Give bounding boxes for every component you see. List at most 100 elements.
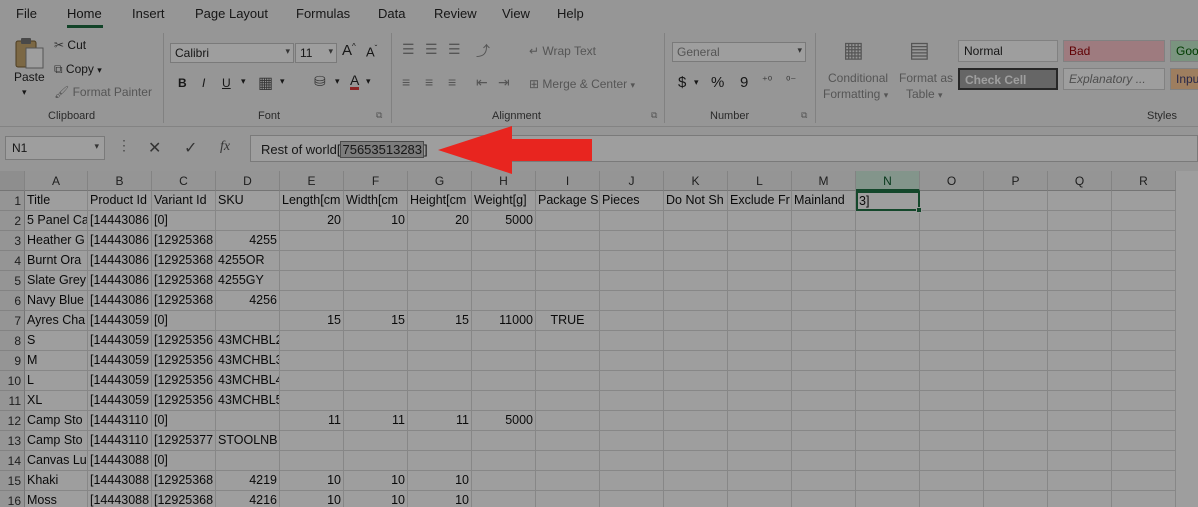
cell-k16[interactable] bbox=[664, 491, 728, 507]
cell-r12[interactable] bbox=[1112, 411, 1176, 431]
row-header-14[interactable]: 14 bbox=[0, 451, 25, 471]
cell-r2[interactable] bbox=[1112, 211, 1176, 231]
cell-o14[interactable] bbox=[920, 451, 984, 471]
cell-r5[interactable] bbox=[1112, 271, 1176, 291]
cell-k2[interactable] bbox=[664, 211, 728, 231]
cell-c10[interactable]: [12925356 bbox=[152, 371, 216, 391]
cell-d13[interactable]: STOOLNB bbox=[216, 431, 280, 451]
column-header-o[interactable]: O bbox=[920, 171, 984, 191]
decrease-indent-icon[interactable]: ⇤ bbox=[476, 74, 488, 91]
menu-page-layout[interactable]: Page Layout bbox=[195, 6, 268, 21]
cell-c3[interactable]: [12925368 bbox=[152, 231, 216, 251]
cell-g6[interactable] bbox=[408, 291, 472, 311]
cell-n12[interactable] bbox=[856, 411, 920, 431]
style-explanatory[interactable]: Explanatory ... bbox=[1063, 68, 1165, 90]
cell-b13[interactable]: [14443110 bbox=[88, 431, 152, 451]
cell-m15[interactable] bbox=[792, 471, 856, 491]
cell-a15[interactable]: Khaki bbox=[25, 471, 88, 491]
cell-o3[interactable] bbox=[920, 231, 984, 251]
cell-m6[interactable] bbox=[792, 291, 856, 311]
cell-k6[interactable] bbox=[664, 291, 728, 311]
font-size-select[interactable]: 11 ▾ bbox=[295, 43, 337, 63]
cell-d3[interactable]: 4255 bbox=[216, 231, 280, 251]
cell-e7[interactable]: 15 bbox=[280, 311, 344, 331]
name-box[interactable]: N1 ▾ bbox=[5, 136, 105, 160]
cell-a8[interactable]: S bbox=[25, 331, 88, 351]
cell-i16[interactable] bbox=[536, 491, 600, 507]
cell-d7[interactable] bbox=[216, 311, 280, 331]
cell-m14[interactable] bbox=[792, 451, 856, 471]
cell-j8[interactable] bbox=[600, 331, 664, 351]
cell-p8[interactable] bbox=[984, 331, 1048, 351]
cell-p15[interactable] bbox=[984, 471, 1048, 491]
cell-r9[interactable] bbox=[1112, 351, 1176, 371]
conditional-formatting-button[interactable]: Conditional bbox=[828, 71, 888, 85]
cell-a2[interactable]: 5 Panel Ca bbox=[25, 211, 88, 231]
cell-j9[interactable] bbox=[600, 351, 664, 371]
font-color-button[interactable]: A bbox=[350, 73, 360, 90]
cell-c5[interactable]: [12925368 bbox=[152, 271, 216, 291]
cell-a13[interactable]: Camp Sto bbox=[25, 431, 88, 451]
cell-p7[interactable] bbox=[984, 311, 1048, 331]
row-header-10[interactable]: 10 bbox=[0, 371, 25, 391]
cell-e15[interactable]: 10 bbox=[280, 471, 344, 491]
cell-a7[interactable]: Ayres Cha bbox=[25, 311, 88, 331]
cell-f12[interactable]: 11 bbox=[344, 411, 408, 431]
conditional-formatting-icon[interactable]: ▦ bbox=[843, 37, 864, 63]
cell-g4[interactable] bbox=[408, 251, 472, 271]
cell-k4[interactable] bbox=[664, 251, 728, 271]
cell-b4[interactable]: [14443086 bbox=[88, 251, 152, 271]
cell-k12[interactable] bbox=[664, 411, 728, 431]
cell-b6[interactable]: [14443086 bbox=[88, 291, 152, 311]
cell-j5[interactable] bbox=[600, 271, 664, 291]
cell-a16[interactable]: Moss bbox=[25, 491, 88, 507]
increase-indent-icon[interactable]: ⇥ bbox=[498, 74, 510, 91]
cell-o7[interactable] bbox=[920, 311, 984, 331]
cell-e16[interactable]: 10 bbox=[280, 491, 344, 507]
cell-g14[interactable] bbox=[408, 451, 472, 471]
cell-a12[interactable]: Camp Sto bbox=[25, 411, 88, 431]
fill-color-icon[interactable]: ⛁ bbox=[314, 73, 326, 90]
cell-l7[interactable] bbox=[728, 311, 792, 331]
cell-c14[interactable]: [0] bbox=[152, 451, 216, 471]
cell-p10[interactable] bbox=[984, 371, 1048, 391]
cell-l16[interactable] bbox=[728, 491, 792, 507]
format-as-table-button-line2[interactable]: Table ▾ bbox=[906, 87, 943, 101]
cell-m8[interactable] bbox=[792, 331, 856, 351]
cell-r3[interactable] bbox=[1112, 231, 1176, 251]
cell-b14[interactable]: [14443088 bbox=[88, 451, 152, 471]
row-header-3[interactable]: 3 bbox=[0, 231, 25, 251]
cell-i2[interactable] bbox=[536, 211, 600, 231]
row-header-13[interactable]: 13 bbox=[0, 431, 25, 451]
cell-g11[interactable] bbox=[408, 391, 472, 411]
cell-g10[interactable] bbox=[408, 371, 472, 391]
cell-k11[interactable] bbox=[664, 391, 728, 411]
number-format-select[interactable]: General ▾ bbox=[672, 42, 806, 62]
cell-a6[interactable]: Navy Blue bbox=[25, 291, 88, 311]
cell-h5[interactable] bbox=[472, 271, 536, 291]
cell-i12[interactable] bbox=[536, 411, 600, 431]
cell-d14[interactable] bbox=[216, 451, 280, 471]
cell-a4[interactable]: Burnt Ora bbox=[25, 251, 88, 271]
menu-formulas[interactable]: Formulas bbox=[296, 6, 350, 21]
cell-c7[interactable]: [0] bbox=[152, 311, 216, 331]
bold-button[interactable]: B bbox=[178, 76, 187, 90]
cell-g9[interactable] bbox=[408, 351, 472, 371]
cell-k1[interactable]: Do Not Sh bbox=[664, 191, 728, 211]
cell-a11[interactable]: XL bbox=[25, 391, 88, 411]
cell-k13[interactable] bbox=[664, 431, 728, 451]
cell-c8[interactable]: [12925356 bbox=[152, 331, 216, 351]
cell-p16[interactable] bbox=[984, 491, 1048, 507]
cell-e3[interactable] bbox=[280, 231, 344, 251]
cell-k3[interactable] bbox=[664, 231, 728, 251]
cell-p4[interactable] bbox=[984, 251, 1048, 271]
cell-h11[interactable] bbox=[472, 391, 536, 411]
cell-b8[interactable]: [14443059 bbox=[88, 331, 152, 351]
cell-h1[interactable]: Weight[g] bbox=[472, 191, 536, 211]
cell-n15[interactable] bbox=[856, 471, 920, 491]
cell-q12[interactable] bbox=[1048, 411, 1112, 431]
cell-j6[interactable] bbox=[600, 291, 664, 311]
cell-h15[interactable] bbox=[472, 471, 536, 491]
grow-font-button[interactable]: A^ bbox=[342, 42, 356, 59]
cell-q8[interactable] bbox=[1048, 331, 1112, 351]
